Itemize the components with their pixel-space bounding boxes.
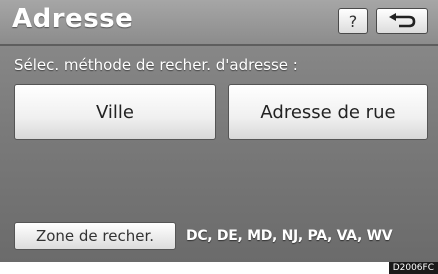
search-zone-button[interactable]: Zone de recher.: [14, 222, 176, 250]
return-arrow-icon: [389, 13, 416, 28]
search-zone-button-label: Zone de recher.: [35, 227, 155, 245]
help-button[interactable]: ?: [338, 8, 368, 34]
street-address-button-label: Adresse de rue: [260, 101, 396, 123]
help-label: ?: [348, 11, 358, 31]
ville-button[interactable]: Ville: [14, 84, 216, 140]
search-zone-value: DC, DE, MD, NJ, PA, VA, WV: [186, 228, 393, 244]
figure-code: D2006FC: [388, 262, 438, 274]
ville-button-label: Ville: [96, 101, 134, 123]
page-title: Adresse: [12, 4, 134, 34]
back-button[interactable]: [376, 8, 428, 34]
street-address-button[interactable]: Adresse de rue: [228, 84, 428, 140]
instruction-text: Sélec. méthode de recher. d'adresse :: [14, 56, 298, 74]
title-bar: Adresse ?: [0, 0, 438, 46]
navigation-screen: Adresse ? Sélec. méthode de recher. d'ad…: [0, 0, 438, 262]
